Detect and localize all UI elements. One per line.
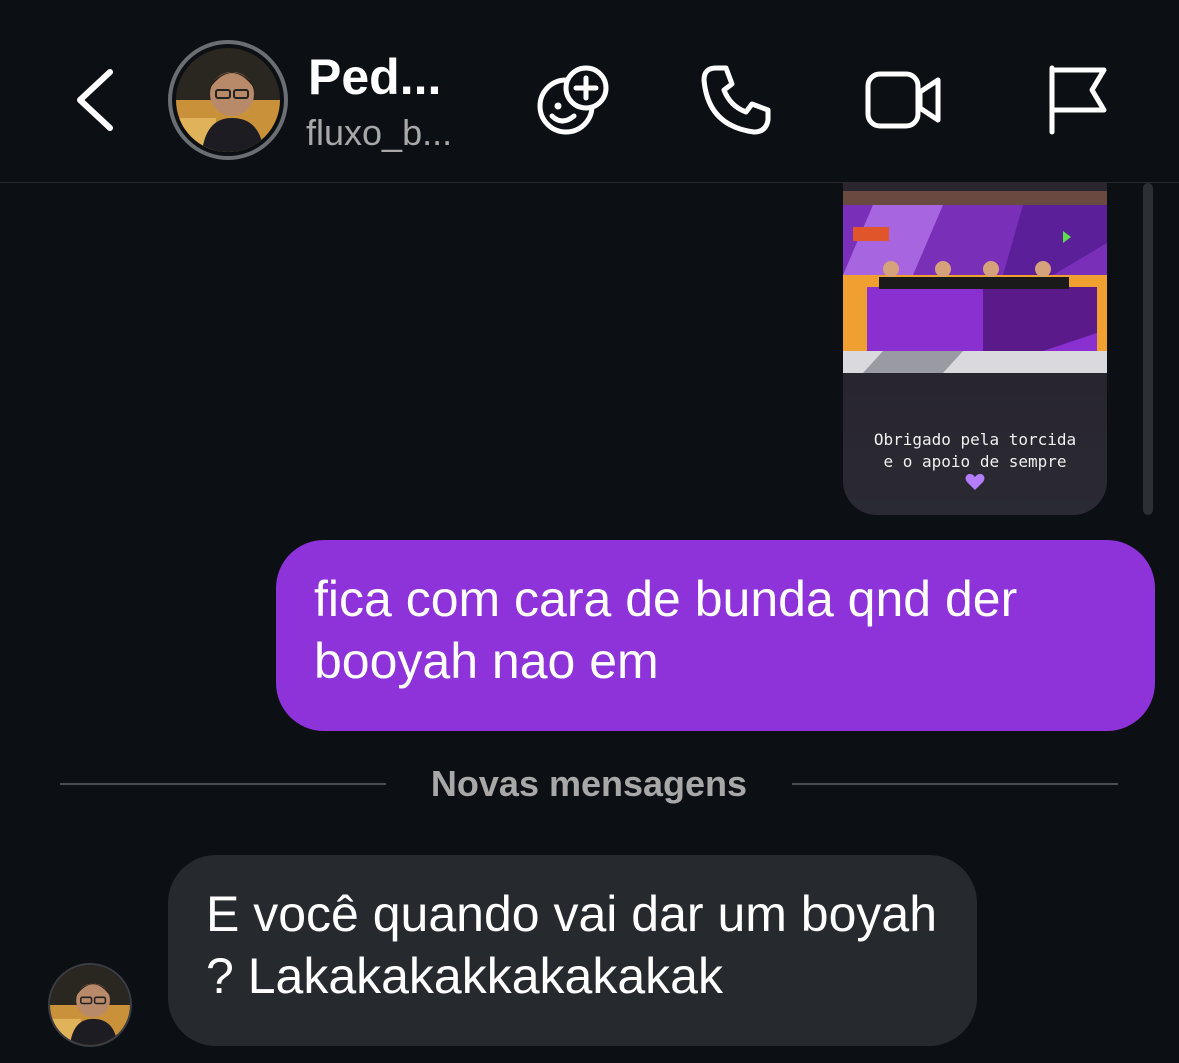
story-image <box>843 183 1107 373</box>
sender-avatar[interactable] <box>48 963 132 1047</box>
contact-username[interactable]: fluxo_b... <box>306 112 452 154</box>
received-message[interactable]: E você quando vai dar um boyah ? Lakakak… <box>168 855 977 1046</box>
back-icon[interactable] <box>66 60 126 140</box>
phone-icon[interactable] <box>696 60 776 140</box>
story-reply-card[interactable]: Obrigado pela torcida e o apoio de sempr… <box>843 183 1107 515</box>
purple-heart-icon <box>965 473 985 490</box>
divider-right <box>792 783 1118 785</box>
chat-header: Ped... fluxo_b... <box>0 0 1179 183</box>
story-caption: Obrigado pela torcida e o apoio de sempr… <box>873 430 1077 471</box>
chat-thread: Obrigado pela torcida e o apoio de sempr… <box>0 183 1179 1063</box>
scrollbar[interactable] <box>1143 183 1153 515</box>
avatar-image <box>176 48 280 152</box>
flag-icon[interactable] <box>1040 60 1120 140</box>
effects-icon[interactable] <box>534 60 614 140</box>
divider-left <box>60 783 386 785</box>
video-icon[interactable] <box>864 60 944 140</box>
sent-message[interactable]: fica com cara de bunda qnd der booyah na… <box>276 540 1155 731</box>
new-messages-divider: Novas mensagens <box>430 763 748 804</box>
profile-avatar[interactable] <box>168 40 288 160</box>
contact-name[interactable]: Ped... <box>308 48 441 106</box>
